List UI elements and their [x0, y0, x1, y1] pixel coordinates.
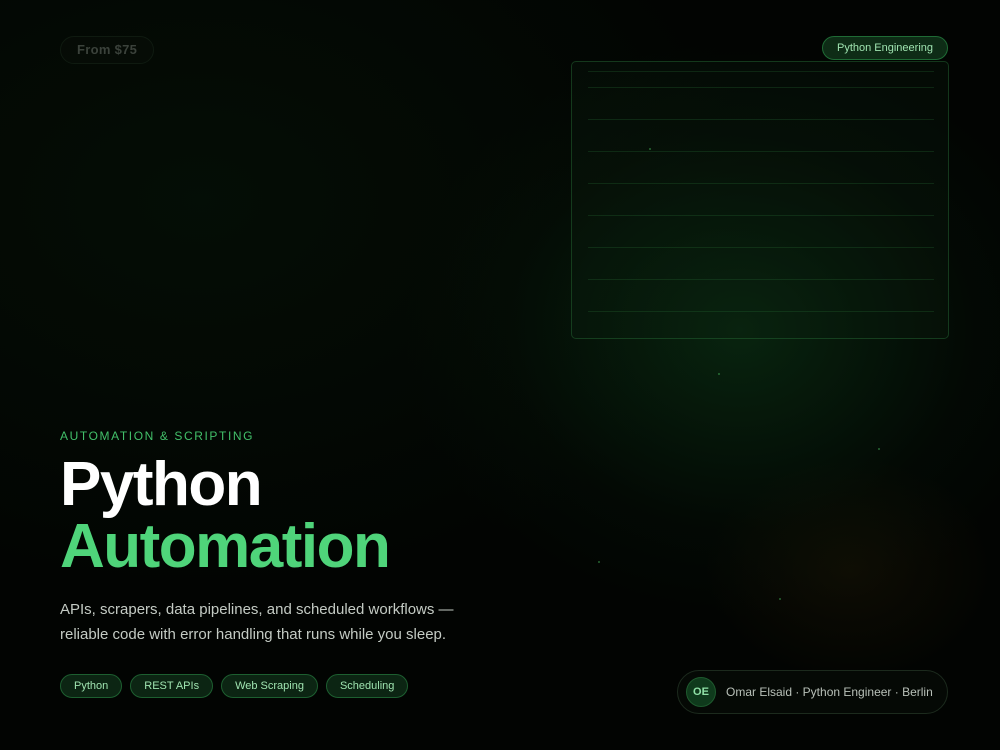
panel-line — [588, 183, 934, 184]
tag-web-scraping: Web Scraping — [221, 674, 318, 698]
avatar: OE — [686, 677, 716, 707]
tag-python: Python — [60, 674, 123, 698]
particle-dot — [598, 561, 600, 563]
price-badge: From $75 — [60, 36, 155, 64]
panel-line — [588, 279, 934, 280]
particle-dot — [718, 373, 720, 375]
particle-dot — [878, 448, 880, 450]
panel-line — [588, 119, 934, 120]
tag-scheduling: Scheduling — [325, 674, 409, 698]
panel-line — [588, 151, 934, 152]
panel-line — [588, 215, 934, 216]
hero-stage: From $75 Python Engineering AUTOMATION &… — [0, 0, 1000, 750]
panel-line — [588, 247, 934, 248]
tag-list: Python REST APIs Web Scraping Scheduling — [60, 674, 409, 698]
section-eyebrow: AUTOMATION & SCRIPTING — [60, 429, 255, 443]
tag-rest-apis: REST APIs — [130, 674, 214, 698]
panel-line — [588, 71, 934, 72]
panel-line — [588, 311, 934, 312]
panel-line — [588, 87, 934, 88]
title-line-primary: Python — [60, 450, 263, 519]
author-card: OE Omar Elsaid · Python Engineer · Berli… — [677, 670, 948, 714]
particle-dot — [779, 598, 781, 600]
topic-badge: Python Engineering — [821, 36, 948, 60]
page-title: Python Automation — [60, 450, 391, 581]
title-line-accent: Automation — [60, 512, 391, 581]
code-preview-panel — [571, 61, 949, 339]
author-byline: Omar Elsaid · Python Engineer · Berlin — [726, 685, 933, 699]
hero-description: APIs, scrapers, data pipelines, and sche… — [60, 601, 454, 643]
particle-dot — [649, 148, 651, 150]
